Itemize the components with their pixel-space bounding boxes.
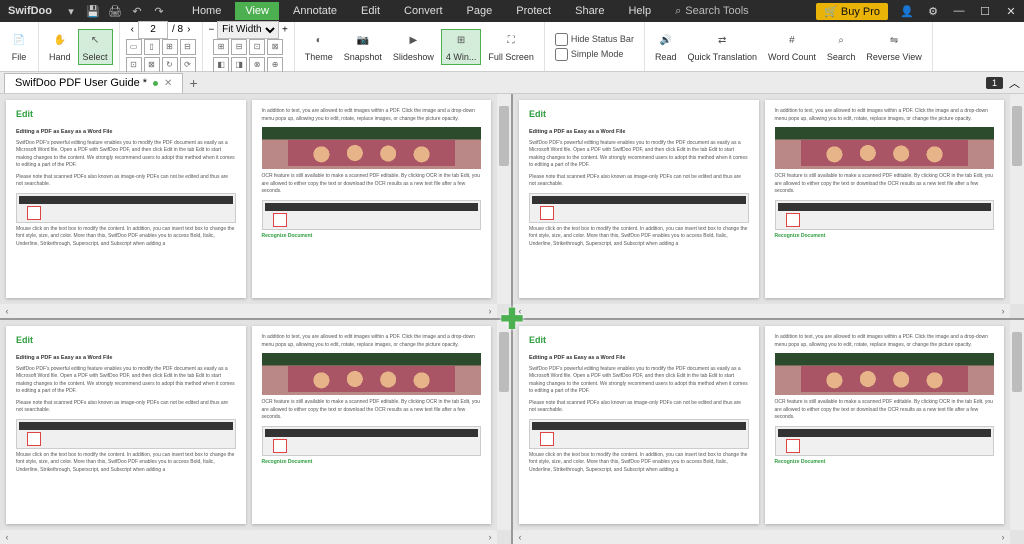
pdf-page-right[interactable]: In addition to text, you are allowed to … bbox=[765, 326, 1005, 524]
document-tabs: SwifDoo PDF User Guide * ✕ + 1 ︿ bbox=[0, 72, 1024, 94]
hand-tool[interactable]: ✋Hand bbox=[45, 30, 75, 64]
page-badge: 1 bbox=[986, 77, 1003, 89]
print-icon[interactable]: 🖨 bbox=[104, 5, 126, 18]
view-grid-icons[interactable]: ⊞⊟⊡⊠◧◨⊗⊕ bbox=[213, 39, 283, 73]
snapshot-button[interactable]: 📷Snapshot bbox=[340, 30, 386, 64]
pdf-page-left[interactable]: EditEditing a PDF as Easy as a Word File… bbox=[519, 326, 759, 524]
vertical-scrollbar[interactable] bbox=[497, 94, 511, 304]
undo-icon[interactable]: ↶ bbox=[126, 5, 148, 18]
settings-icon[interactable]: ⚙ bbox=[920, 5, 946, 18]
tab-title: SwifDoo PDF User Guide * bbox=[15, 77, 147, 89]
pdf-page-right[interactable]: In addition to text, you are allowed to … bbox=[252, 326, 492, 524]
tab-close-icon[interactable]: ✕ bbox=[164, 78, 172, 89]
title-bar: SwifDoo ▾ 💾 🖨 ↶ ↷ Home View Annotate Edi… bbox=[0, 0, 1024, 22]
four-windows-button[interactable]: ⊞4 Win... bbox=[441, 29, 482, 65]
add-tab-icon[interactable]: + bbox=[189, 75, 197, 91]
pdf-page-left[interactable]: EditEditing a PDF as Easy as a Word File… bbox=[519, 100, 759, 298]
menu-edit[interactable]: Edit bbox=[351, 2, 390, 20]
layout-icons[interactable]: ▭▯⊞⊟⊡⊠↻⟳ bbox=[126, 39, 196, 73]
menu-help[interactable]: Help bbox=[618, 2, 661, 20]
maximize-icon[interactable]: ☐ bbox=[972, 5, 998, 18]
search-icon: ⌕ bbox=[675, 5, 681, 18]
next-page-icon[interactable]: › bbox=[187, 24, 190, 35]
menu-share[interactable]: Share bbox=[565, 2, 614, 20]
reverse-view-button[interactable]: ⇋Reverse View bbox=[862, 30, 925, 64]
page-navigator: ‹ / 8 › bbox=[131, 21, 191, 39]
buy-pro-button[interactable]: 🛒 Buy Pro bbox=[816, 3, 888, 20]
collapse-icon[interactable]: ︿ bbox=[1009, 75, 1020, 91]
menu-protect[interactable]: Protect bbox=[506, 2, 561, 20]
page-input[interactable] bbox=[138, 21, 168, 39]
redo-icon[interactable]: ↷ bbox=[148, 5, 170, 18]
pane-bottom-left: EditEditing a PDF as Easy as a Word File… bbox=[0, 320, 511, 544]
fit-select[interactable]: Fit Width bbox=[217, 21, 279, 39]
horizontal-scrollbar[interactable]: ‹› bbox=[0, 530, 497, 544]
pdf-page-right[interactable]: In addition to text, you are allowed to … bbox=[252, 100, 492, 298]
pane-top-right: EditEditing a PDF as Easy as a Word File… bbox=[513, 94, 1024, 318]
pane-top-left: Edit Editing a PDF as Easy as a Word Fil… bbox=[0, 94, 511, 318]
close-icon[interactable]: ✕ bbox=[998, 5, 1024, 18]
search-tools[interactable]: ⌕ Search Tools bbox=[675, 5, 749, 18]
pdf-page-left[interactable]: EditEditing a PDF as Easy as a Word File… bbox=[6, 326, 246, 524]
save-icon[interactable]: 💾 bbox=[82, 5, 104, 18]
slideshow-button[interactable]: ▶Slideshow bbox=[389, 30, 438, 64]
pdf-page-right[interactable]: In addition to text, you are allowed to … bbox=[765, 100, 1005, 298]
split-handle-icon[interactable]: ✚ bbox=[500, 303, 523, 336]
vertical-scrollbar[interactable] bbox=[1010, 320, 1024, 530]
hide-status-checkbox[interactable]: Hide Status Bar bbox=[555, 33, 634, 46]
file-button[interactable]: 📄File bbox=[6, 30, 32, 64]
vertical-scrollbar[interactable] bbox=[1010, 94, 1024, 304]
prev-page-icon[interactable]: ‹ bbox=[131, 24, 134, 35]
document-panes: ✚ Edit Editing a PDF as Easy as a Word F… bbox=[0, 94, 1024, 544]
select-tool[interactable]: ↖Select bbox=[78, 29, 113, 65]
theme-button[interactable]: ◐Theme bbox=[301, 30, 337, 64]
vertical-scrollbar[interactable] bbox=[497, 320, 511, 530]
image-thumbnail bbox=[262, 127, 482, 169]
zoom-out-icon[interactable]: − bbox=[209, 24, 215, 35]
horizontal-scrollbar[interactable]: ‹› bbox=[0, 304, 497, 318]
app-logo: SwifDoo bbox=[0, 5, 60, 17]
pdf-page-left[interactable]: Edit Editing a PDF as Easy as a Word Fil… bbox=[6, 100, 246, 298]
ribbon-toolbar: 📄File ✋Hand ↖Select ‹ / 8 › ▭▯⊞⊟⊡⊠↻⟳ − F… bbox=[0, 22, 1024, 72]
menu-page[interactable]: Page bbox=[457, 2, 503, 20]
search-button[interactable]: ⌕Search bbox=[823, 30, 860, 64]
word-count-button[interactable]: #Word Count bbox=[764, 30, 820, 64]
page-total: / 8 bbox=[172, 24, 183, 35]
minimize-icon[interactable]: — bbox=[946, 5, 972, 17]
horizontal-scrollbar[interactable]: ‹› bbox=[513, 304, 1010, 318]
fullscreen-button[interactable]: ⛶Full Screen bbox=[484, 30, 538, 64]
menu-annotate[interactable]: Annotate bbox=[283, 2, 347, 20]
user-icon[interactable]: 👤 bbox=[894, 5, 920, 18]
simple-mode-checkbox[interactable]: Simple Mode bbox=[555, 48, 634, 61]
menu-home[interactable]: Home bbox=[182, 2, 231, 20]
search-placeholder: Search Tools bbox=[685, 5, 748, 17]
dropdown-icon[interactable]: ▾ bbox=[60, 5, 82, 18]
zoom-in-icon[interactable]: + bbox=[282, 24, 288, 35]
doc-tab[interactable]: SwifDoo PDF User Guide * ✕ bbox=[4, 73, 183, 93]
zoom-controls: − Fit Width + bbox=[209, 21, 288, 39]
horizontal-scrollbar[interactable]: ‹› bbox=[513, 530, 1010, 544]
screenshot-thumbnail bbox=[262, 200, 482, 230]
unsaved-indicator-icon bbox=[153, 81, 158, 86]
menu-convert[interactable]: Convert bbox=[394, 2, 453, 20]
menu-view[interactable]: View bbox=[235, 2, 279, 20]
quick-translation-button[interactable]: ⇄Quick Translation bbox=[683, 30, 761, 64]
main-menu: Home View Annotate Edit Convert Page Pro… bbox=[182, 2, 661, 20]
screenshot-thumbnail bbox=[16, 193, 236, 223]
read-button[interactable]: 🔊Read bbox=[651, 30, 681, 64]
pane-bottom-right: EditEditing a PDF as Easy as a Word File… bbox=[513, 320, 1024, 544]
